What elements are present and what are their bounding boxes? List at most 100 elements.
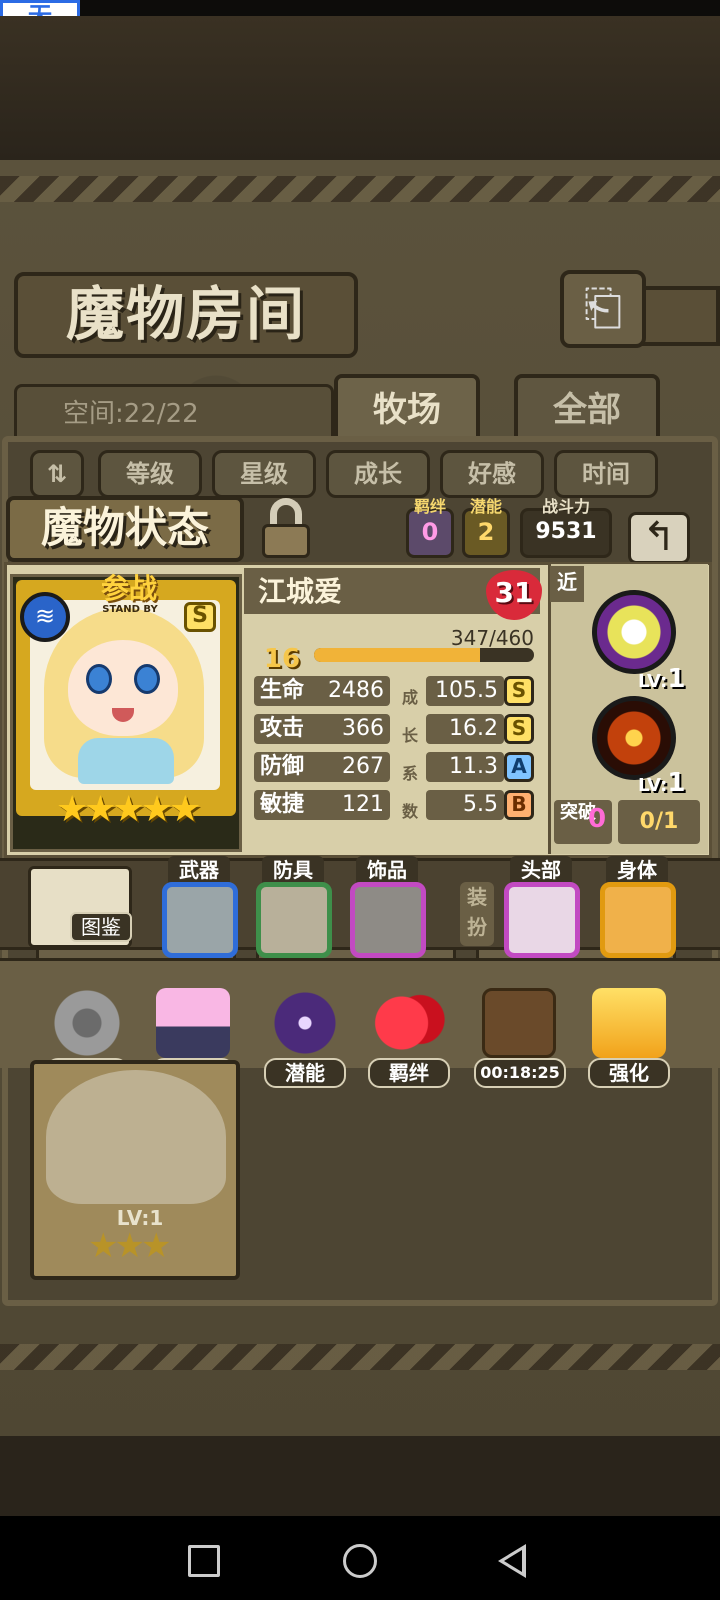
back-button[interactable]: ⎗ (560, 270, 646, 348)
codex-label: 图鉴 (70, 912, 132, 942)
tab-ranch[interactable]: 牧场 (334, 374, 480, 444)
sort-order-icon: ⇅ (46, 460, 68, 488)
back-icon[interactable] (498, 1544, 526, 1578)
enhance-button[interactable]: 强化 (586, 982, 672, 1090)
skill-level: LV:1 (638, 664, 686, 694)
power-label: 战斗力 (541, 497, 590, 516)
break-value: 0 (588, 804, 607, 834)
sort-affection-button[interactable]: 好感 (440, 450, 544, 498)
rank-badge: S (184, 602, 216, 632)
bond-counter: 羁绊 0 (406, 499, 454, 558)
action-label: 潜能 (264, 1058, 346, 1088)
exp-text: 347/460 (450, 626, 534, 650)
action-label: 羁绊 (368, 1058, 450, 1088)
gear-icon (50, 988, 124, 1058)
grade-badge: S (504, 714, 534, 744)
stat-value: 366 (342, 716, 384, 741)
break-count: 0/1 (618, 800, 700, 844)
grade-badge: B (504, 790, 534, 820)
bond-button[interactable]: 羁绊 (366, 982, 452, 1090)
recent-apps-icon[interactable] (188, 1545, 220, 1577)
sort-level-button[interactable]: 等级 (98, 450, 202, 498)
body-slot-label: 身体 (606, 856, 668, 884)
skill-level: LV:1 (638, 768, 686, 798)
portrait-outfit (78, 738, 174, 784)
accessory-slot-label: 饰品 (356, 856, 418, 884)
zigzag-border-bottom (0, 1344, 720, 1370)
refresh-timer-button[interactable]: 00:18:25 (472, 982, 568, 1090)
bond-value: 0 (421, 518, 439, 546)
standby-sub-label: STAND BY (102, 604, 158, 615)
exp-bar (314, 648, 534, 662)
refresh-timer: 00:18:25 (474, 1058, 566, 1088)
mushroom-monster-portrait (46, 1070, 226, 1204)
background-top (0, 16, 720, 161)
status-back-button[interactable]: ↰ (628, 512, 690, 564)
space-counter: 空间:22/22 (14, 384, 334, 444)
hourglass-icon[interactable] (256, 882, 332, 958)
action-label: 强化 (588, 1058, 670, 1088)
stat-row-hp: 生命 2486 105.5 S (254, 676, 534, 706)
bond-label: 羁绊 (413, 497, 446, 516)
header-tail (640, 286, 720, 346)
home-icon[interactable] (343, 1544, 377, 1578)
potential-value: 2 (477, 518, 495, 546)
stat-value: 121 (342, 792, 384, 817)
tab-all[interactable]: 全部 (514, 374, 660, 444)
range-tag: 近 (550, 566, 584, 602)
sort-order-button[interactable]: ⇅ (30, 450, 84, 498)
potential-label: 潜能 (469, 497, 502, 516)
weapon-slot-label: 武器 (168, 856, 230, 884)
grade-badge: A (504, 752, 534, 782)
sort-star-button[interactable]: 星级 (212, 450, 316, 498)
stat-row-defense: 防御 267 11.3 A (254, 752, 534, 782)
return-arrow-icon: ↰ (642, 514, 676, 560)
level-badge: 16 (263, 644, 301, 674)
zigzag-border-top (0, 176, 720, 202)
sort-time-button[interactable]: 时间 (554, 450, 658, 498)
gatling-gun-icon[interactable] (162, 882, 238, 958)
stat-row-agility: 敏捷 121 5.5 B (254, 790, 534, 820)
return-arrow-icon: ⎗ (583, 280, 623, 336)
growth-caption-char: 成 (401, 688, 418, 707)
portrait-eye-left (86, 664, 112, 694)
growth-value: 16.2 (426, 714, 504, 744)
lock-icon[interactable] (258, 498, 314, 558)
growth-caption-char: 系 (401, 764, 418, 783)
stat-row-attack: 攻击 366 16.2 S (254, 714, 534, 744)
water-element-icon: ≋ (20, 592, 70, 642)
status-title: 魔物状态 (6, 496, 244, 562)
breakthrough[interactable]: 突破 0 0/1 (554, 800, 702, 844)
upgrade-arrows-icon (592, 988, 666, 1058)
light-burst-skill-icon[interactable] (592, 590, 676, 674)
page-title: 魔物房间 (14, 272, 358, 358)
growth-value: 105.5 (426, 676, 504, 706)
grade-badge: S (504, 676, 534, 706)
power-counter: 战斗力 9531 (520, 499, 612, 558)
refresh-crate-icon (482, 988, 556, 1058)
monster-name: 江城爱 (258, 575, 343, 608)
sort-bar: ⇅ 等级 星级 成长 好感 时间 (30, 450, 690, 502)
sort-growth-button[interactable]: 成长 (326, 450, 430, 498)
shadow-demon-icon (268, 988, 342, 1058)
power-value: 9531 (535, 519, 597, 544)
growth-value: 5.5 (426, 790, 504, 820)
potential-button[interactable]: 潜能 (262, 982, 348, 1090)
potential-counter: 潜能 2 (462, 499, 510, 558)
exp-bar-fill (314, 648, 480, 662)
outfit-icon (156, 988, 230, 1058)
dress-label: 装扮 (460, 882, 494, 946)
pumpkin-costume-icon[interactable] (600, 882, 676, 958)
tree-card-icon[interactable] (350, 882, 426, 958)
star-rating: ★★★ (88, 1226, 171, 1266)
background-bottom (0, 1436, 720, 1516)
portrait-eye-right (134, 664, 160, 694)
growth-caption-char: 长 (401, 726, 418, 745)
star-rating: ★★★★★ (56, 789, 201, 830)
stat-value: 2486 (328, 678, 384, 703)
tiara-icon[interactable] (504, 882, 580, 958)
growth-value: 11.3 (426, 752, 504, 782)
armor-slot-label: 防具 (262, 856, 324, 884)
hearts-icon (372, 988, 446, 1058)
head-slot-label: 头部 (510, 856, 572, 884)
